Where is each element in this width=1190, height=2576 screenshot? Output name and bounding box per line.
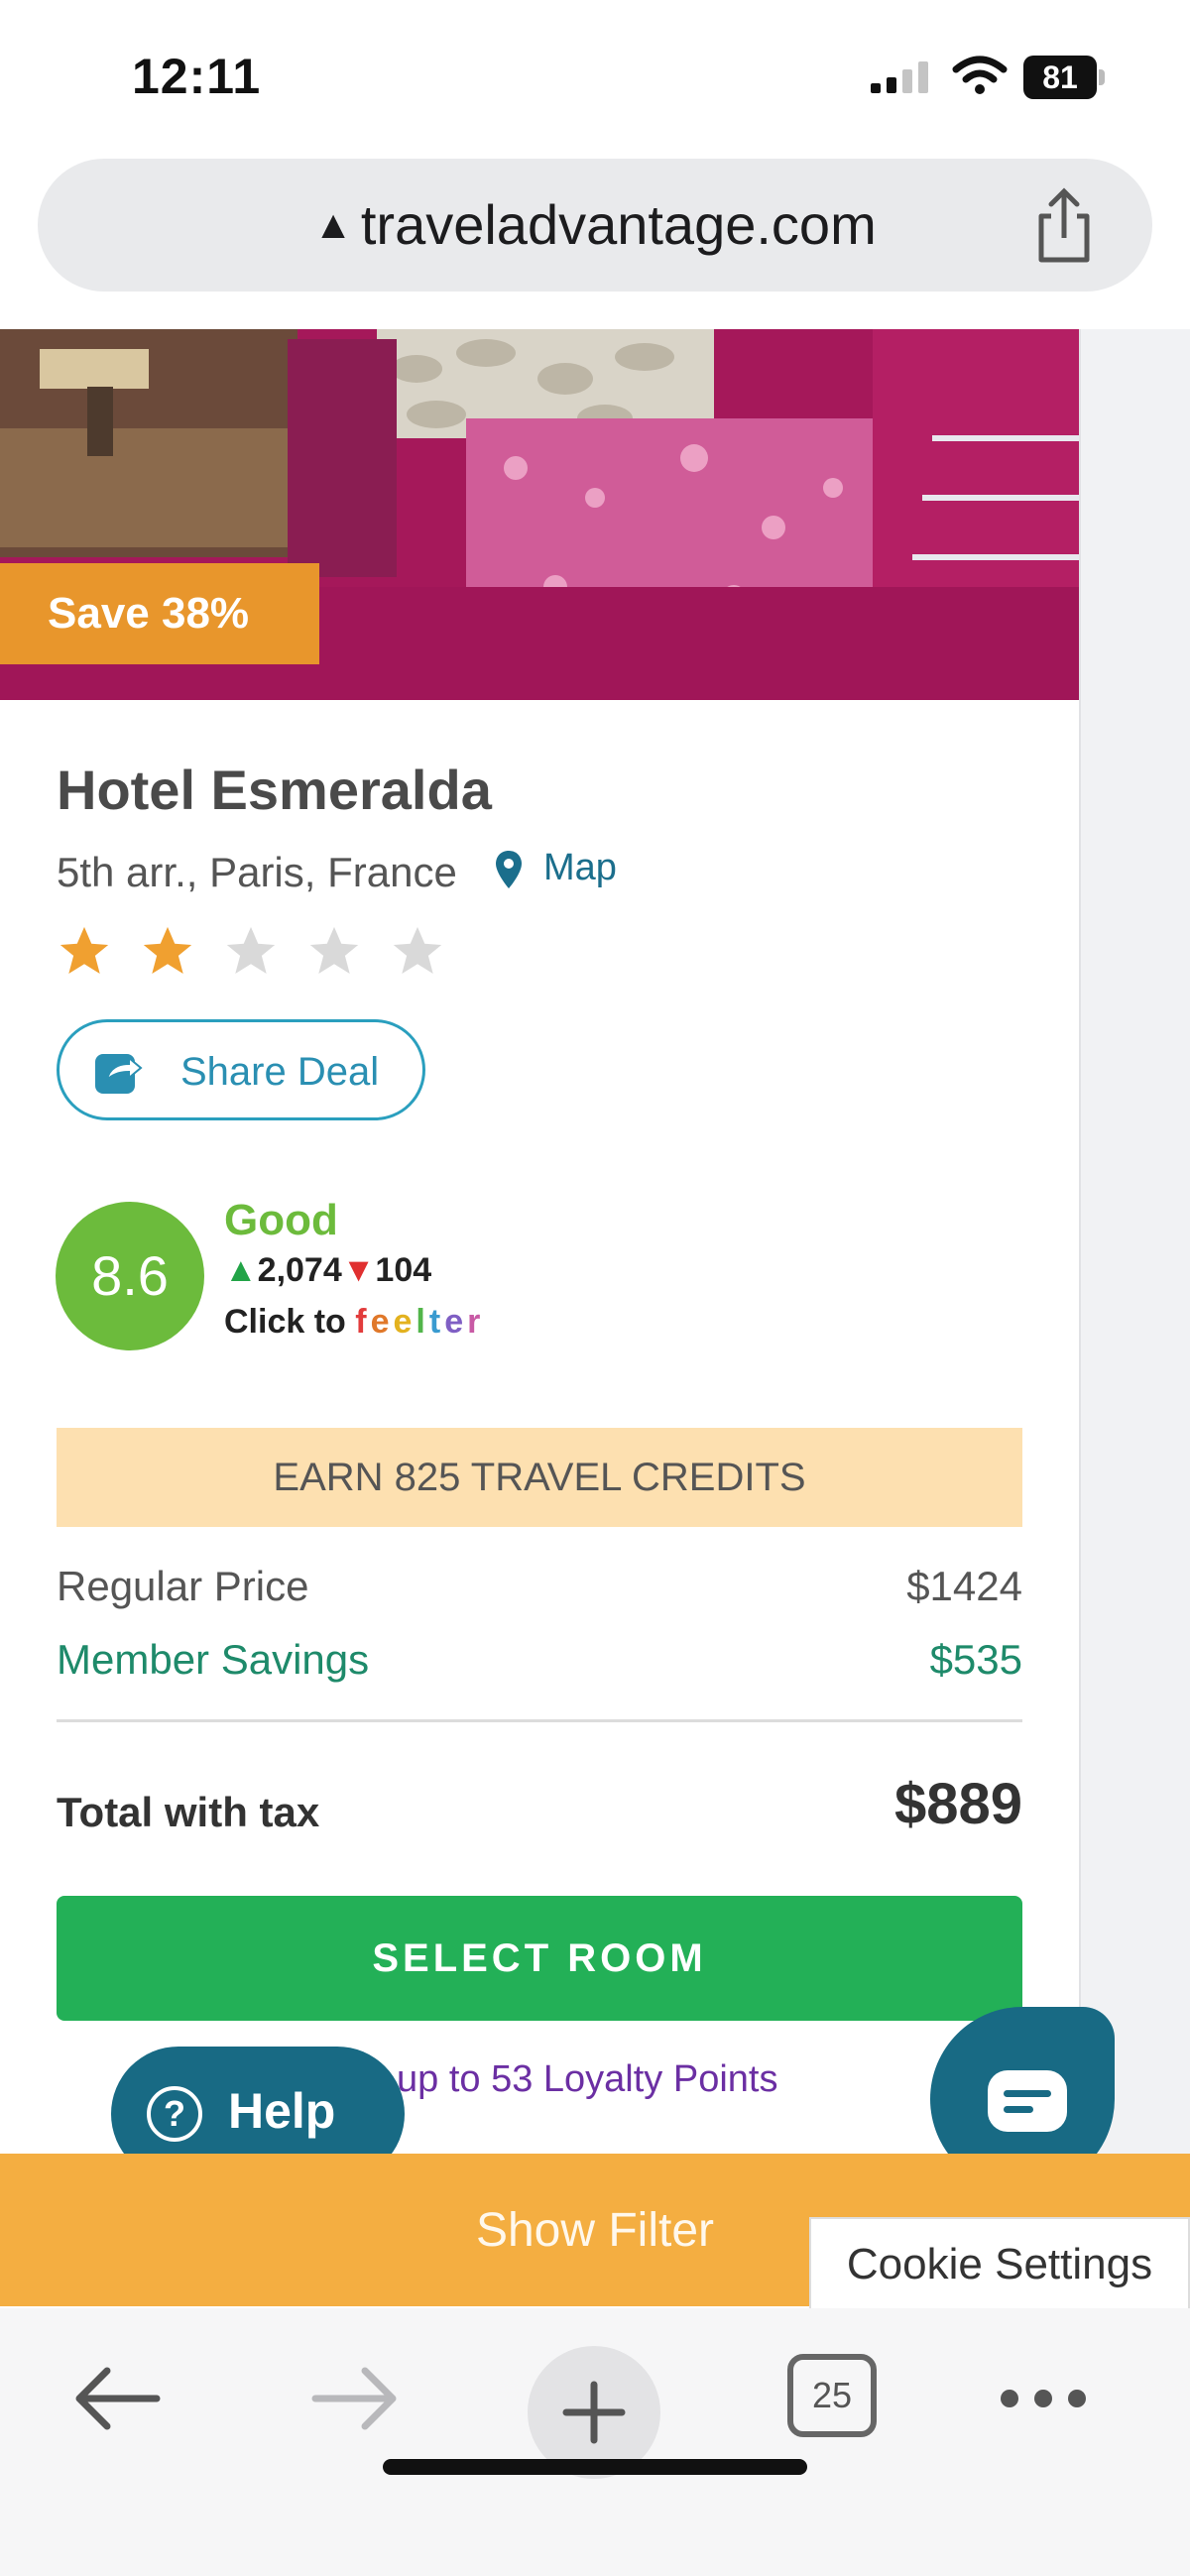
member-savings-value: $535 [929, 1636, 1022, 1683]
wifi-icon [952, 56, 1008, 94]
thumbs-up-triangle-icon: ▲ [224, 1251, 258, 1289]
down-votes: 104 [375, 1251, 432, 1289]
status-time: 12:11 [132, 49, 262, 104]
loyalty-points-text: up to 53 Loyalty Points [397, 2058, 778, 2100]
travel-credits-banner: EARN 825 TRAVEL CREDITS [57, 1428, 1022, 1527]
map-pin-icon [496, 851, 522, 888]
share-deal-button[interactable]: Share Deal [57, 1019, 425, 1120]
star-empty-icon [226, 926, 276, 974]
share-icon[interactable] [1031, 186, 1097, 266]
star-empty-icon [309, 926, 359, 974]
save-badge: Save 38% [0, 563, 319, 664]
star-empty-icon [393, 926, 442, 974]
warning-icon: ▲ [313, 203, 353, 247]
cellular-signal-icon [871, 61, 928, 93]
total-price-label: Total with tax [57, 1789, 320, 1835]
browser-toolbar: 25 [0, 2308, 1190, 2576]
url-text: traveladvantage.com [360, 193, 877, 256]
review-score[interactable]: 8.6 [56, 1202, 204, 1350]
plus-icon [562, 2381, 626, 2444]
star-filled-icon [143, 926, 192, 974]
forward-arrow-icon[interactable] [309, 2364, 401, 2433]
share-arrow-icon [95, 1054, 143, 1094]
feelter-link[interactable]: Click to feelter [224, 1303, 484, 1342]
home-indicator [383, 2459, 807, 2475]
more-dots-icon[interactable] [998, 2384, 1089, 2413]
regular-price-label: Regular Price [57, 1563, 309, 1609]
review-votes: ▲2,074▼104 [224, 1251, 431, 1290]
map-link-label: Map [543, 847, 617, 888]
feelter-brand: feelter [355, 1303, 485, 1341]
help-label: Help [228, 2083, 336, 2139]
status-bar: 12:11 81 [0, 0, 1190, 149]
hotel-location: 5th arr., Paris, France [57, 849, 457, 895]
regular-price-value: $1424 [906, 1563, 1022, 1609]
click-to-text: Click to [224, 1303, 356, 1341]
address-bar[interactable]: ▲ traveladvantage.com [38, 159, 1152, 292]
member-savings-label: Member Savings [57, 1636, 370, 1683]
select-room-button[interactable]: SELECT ROOM [57, 1896, 1022, 2021]
cookie-settings-button[interactable]: Cookie Settings [809, 2217, 1190, 2310]
up-votes: 2,074 [257, 1251, 342, 1289]
share-deal-label: Share Deal [180, 1050, 380, 1094]
battery-level: 81 [1023, 56, 1097, 99]
tab-count-button[interactable]: 25 [787, 2354, 877, 2437]
page-right-gutter [1079, 329, 1190, 2154]
thumbs-down-triangle-icon: ▼ [341, 1251, 376, 1289]
review-score-word: Good [224, 1196, 338, 1244]
price-divider [57, 1719, 1022, 1722]
battery-icon: 81 [1023, 56, 1105, 99]
chat-bubble-icon [988, 2070, 1067, 2132]
star-filled-icon [60, 926, 109, 974]
total-price-value: $889 [893, 1772, 1022, 1836]
question-mark-icon: ? [147, 2086, 202, 2142]
back-arrow-icon[interactable] [71, 2364, 163, 2433]
hotel-name[interactable]: Hotel Esmeralda [57, 758, 492, 822]
